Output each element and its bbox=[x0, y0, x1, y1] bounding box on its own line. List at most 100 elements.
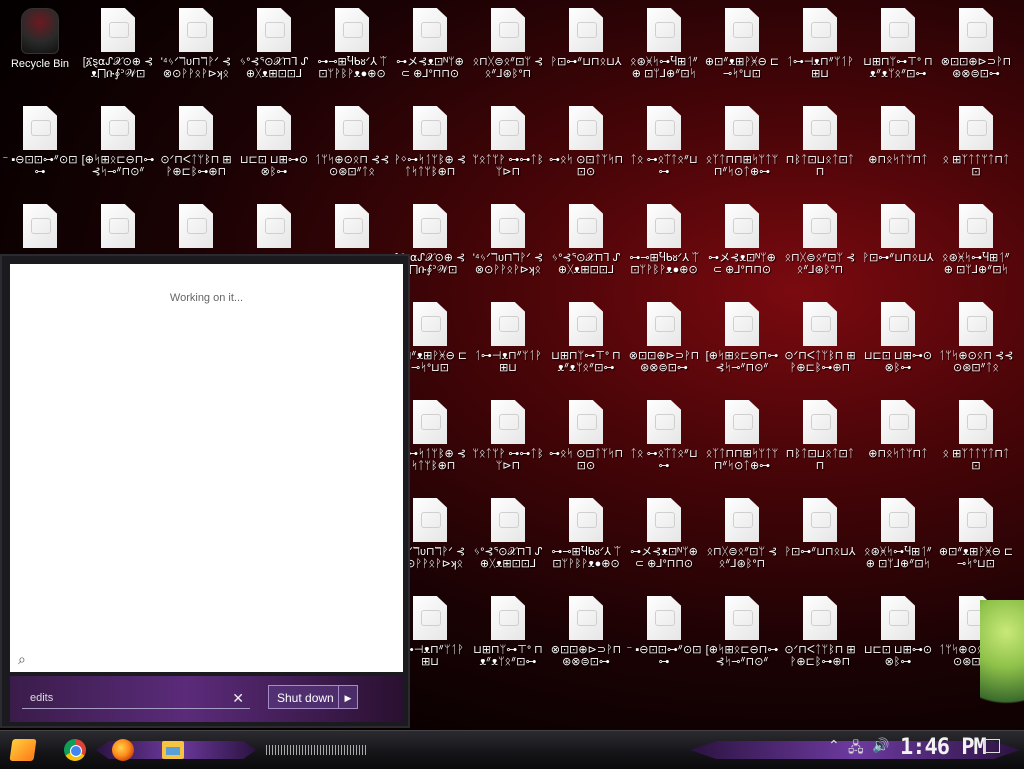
desktop-file[interactable]: ⊔⊞⊓ᛘ⊶⊤ᐤ ⊓ᴥᐥᴥᛘᛟᐥ⊡⊶ bbox=[470, 596, 546, 668]
file-icon bbox=[881, 106, 915, 150]
desktop-file[interactable]: '⁴ᛃᐟℸυ⊓ℸᚹᐟ ⊰⊗⊙ᚹᚹᛟᚹ⊳ʞᛟ bbox=[158, 8, 234, 80]
file-icon bbox=[725, 596, 759, 640]
file-icon bbox=[413, 400, 447, 444]
desktop-file[interactable]: '⁴ᛃᐟℸυ⊓ℸᚹᐟ ⊰⊗⊙ᚹᚹᛟᚹ⊳ʞᛟ bbox=[470, 204, 546, 276]
file-icon bbox=[257, 204, 291, 248]
desktop-file[interactable]: ᛐ⊶⊣ᴥ⊓ᐥᛘᛐᚹ⊞⊔ bbox=[782, 8, 858, 80]
file-icon bbox=[803, 8, 837, 52]
desktop-file[interactable]: ᚹᛜ⊶ᛋᛐᛘᛒ⊕ ⊰ᛏᛋᛏᛘᛒ⊕⊓ bbox=[392, 106, 468, 178]
desktop-file[interactable]: ⊕⊓ᛟᛋᛏᛘ⊓ᛏ bbox=[860, 106, 936, 166]
taskbar-clock[interactable]: 1:46 PM bbox=[900, 735, 987, 760]
file-icon bbox=[959, 302, 993, 346]
taskbar-firefox[interactable] bbox=[108, 735, 138, 765]
desktop-file[interactable]: ⊙ᐟ⊓ᐸᛏᛘᛒ⊓ ⊞ᚹ⊕⊏ᛒ⊶⊕⊓ bbox=[782, 596, 858, 668]
desktop-file[interactable]: ⊶⊸⊞Ⴏᑲᴕᐟ⅄ ᛠ⊡ᛘᚹᛒᚹᴥ●⊕⊙ bbox=[626, 204, 702, 276]
desktop-file[interactable]: [፩ȿ⍺ᔑ𝒳⊙⊕ ⊰ᴥ⨅ቡ⨕ᐣ𝒲⊡ bbox=[80, 8, 156, 80]
desktop-file[interactable]: ⊶ᛟᛋ ⊙⊡ᛏᛉᛋ⊓⊡⊙ bbox=[548, 106, 624, 178]
desktop-file[interactable]: ⊗⊡⊡⊕⊳⊃ᚹ⊓ ⊛⊗⊜⊡⊶ bbox=[626, 302, 702, 374]
desktop-file[interactable]: ⊶メ⊰ᴥ⊡ᴺᛘ⊕⊂ ⊕⅃ᐤ⊓⊓⊙ bbox=[704, 204, 780, 276]
desktop-file[interactable]: ᛟ⊓ᚷ⊜ᛟᐥ⊡ᛘ ⊰ᛟᐥ⅃⊛ᛒᐤ⊓ bbox=[782, 204, 858, 276]
desktop-file[interactable]: ⊔⊏⊡ ⊔⊞⊶⊙⊗ᛒ⊶ bbox=[860, 302, 936, 374]
desktop-file[interactable]: ᛟ⊓ᚷ⊜ᛟᐥ⊡ᛘ ⊰ᛟᐥ⅃⊛ᛒᐤ⊓ bbox=[470, 8, 546, 80]
desktop-file[interactable]: ⊔⊏⊡ ⊔⊞⊶⊙⊗ᛒ⊶ bbox=[236, 106, 312, 178]
desktop-file[interactable]: ᛘᛟᛏᛘᚹ ⊶⊶ᛏᛒᛘ⊳⊓ bbox=[470, 106, 546, 178]
desktop-file[interactable]: ⊗⊡⊡⊕⊳⊃ᚹ⊓ ⊛⊗⊜⊡⊶ bbox=[548, 596, 624, 668]
start-button[interactable] bbox=[8, 735, 38, 765]
desktop-file[interactable]: ᛐ⊶⊣ᴥ⊓ᐥᛘᛐᚹ⊞⊔ bbox=[470, 302, 546, 374]
file-icon bbox=[647, 498, 681, 542]
desktop-file[interactable]: ᛟ ⊞ᛉᛏᛏᛘᛏ⊓ᛏ⊡ bbox=[938, 106, 1014, 178]
action-center-icon[interactable] bbox=[984, 739, 1000, 753]
shutdown-options-icon[interactable]: ▶ bbox=[338, 686, 357, 708]
desktop-file[interactable]: ᛟᛉᛏ⊓⊓⊞ᛋᛘᛏᛘ ⊓ᐥᛋ⊙ᛏ⊕⊶ bbox=[704, 400, 780, 472]
desktop-file[interactable]: ᛟ⊛ᚸᛋ⊶Ⴏ⊞ᛐᐥ⊕ ⊡ᛘ⅃⊕ᐥ⊡ᛋ bbox=[860, 498, 936, 570]
network-icon[interactable]: 🖧 bbox=[848, 737, 864, 761]
desktop-file[interactable]: [⊕ᛋ⊞ᛟ⊏⊖⊓⊶ ⊰ᛋ⊸ᐥ⊓⊙ᐥ bbox=[704, 302, 780, 374]
desktop-file[interactable] bbox=[314, 204, 390, 252]
desktop-file[interactable]: ⊗⊡⊡⊕⊳⊃ᚹ⊓ ⊛⊗⊜⊡⊶ bbox=[938, 8, 1014, 80]
file-icon bbox=[959, 106, 993, 150]
taskbar-chrome[interactable] bbox=[60, 735, 90, 765]
character-wallpaper-art bbox=[980, 600, 1024, 728]
desktop-file[interactable]: ᛟ ⊞ᛉᛏᛏᛘᛏ⊓ᛏ⊡ bbox=[938, 400, 1014, 472]
file-icon bbox=[881, 400, 915, 444]
file-icon bbox=[413, 204, 447, 248]
file-icon bbox=[803, 400, 837, 444]
desktop-file[interactable]: ⊓ᛒᛏ⊡⊔ᛟᛏ⊡ᛏ⊓ bbox=[782, 106, 858, 178]
desktop-file[interactable]: ⊓ᛒᛏ⊡⊔ᛟᛏ⊡ᛏ⊓ bbox=[782, 400, 858, 472]
desktop-file[interactable]: ⊕⊡ᐥᴥ⊞ᚹᚸ⊖ ⊏⊸ᛋᐤ⊔⊡ bbox=[938, 498, 1014, 570]
recycle-bin-shortcut[interactable]: Recycle Bin bbox=[2, 8, 78, 70]
desktop-file[interactable]: ⊙ᐟ⊓ᐸᛏᛘᛒ⊓ ⊞ᚹ⊕⊏ᛒ⊶⊕⊓ bbox=[158, 106, 234, 178]
desktop-file[interactable] bbox=[236, 204, 312, 252]
desktop-file[interactable]: ⁻ ▪⊖⊡⊡⊶ᐥ⊙⊡⊶ bbox=[626, 596, 702, 668]
desktop-file[interactable]: ᛐᛘᛋ⊕⊙ᛟ⊓ ⊰⊰⊙⊛⊡ᐥᛏᛟ bbox=[938, 302, 1014, 374]
desktop-file[interactable]: ⊔⊞⊓ᛘ⊶⊤ᐤ ⊓ᴥᐥᴥᛘᛟᐥ⊡⊶ bbox=[860, 8, 936, 80]
desktop-file[interactable]: ⊶ᛟᛋ ⊙⊡ᛏᛉᛋ⊓⊡⊙ bbox=[548, 400, 624, 472]
file-icon bbox=[101, 106, 135, 150]
desktop-file[interactable]: ⊶⊸⊞Ⴏᑲᴕᐟ⅄ ᛠ⊡ᛘᚹᛒᚹᴥ●⊕⊙ bbox=[314, 8, 390, 80]
desktop-file[interactable]: ᛐᛘᛋ⊕⊙ᛟ⊓ ⊰⊰⊙⊛⊡ᐥᛏᛟ bbox=[314, 106, 390, 178]
desktop-file[interactable]: [⊕ᛋ⊞ᛟ⊏⊖⊓⊶ ⊰ᛋ⊸ᐥ⊓⊙ᐥ bbox=[704, 596, 780, 668]
file-icon bbox=[647, 204, 681, 248]
file-icon bbox=[569, 400, 603, 444]
desktop-file[interactable]: ᛟᛉᛏ⊓⊓⊞ᛋᛘᛏᛘ ⊓ᐥᛋ⊙ᛏ⊕⊶ bbox=[704, 106, 780, 178]
desktop-file[interactable]: ᛃᐤ⊰ᕐ⊙𝒳⊓⅂ ᔑ⊕ᚷᴥ⊞⊡⊡⅃ bbox=[548, 204, 624, 276]
desktop-file[interactable] bbox=[80, 204, 156, 252]
desktop-file[interactable]: ᛏᛟ ⊶ᛟᛠᛏᛟᐥ⊔⊶ bbox=[626, 400, 702, 472]
desktop-file[interactable]: ᚹ⊡⊶ᐥ⊔⊓ᛟ⊔⅄ bbox=[548, 8, 624, 68]
recycle-bin-icon bbox=[21, 8, 59, 54]
desktop-file[interactable]: ᛟ⊛ᚸᛋ⊶Ⴏ⊞ᛐᐥ⊕ ⊡ᛘ⅃⊕ᐥ⊡ᛋ bbox=[626, 8, 702, 80]
desktop-file[interactable]: ⊔⊏⊡ ⊔⊞⊶⊙⊗ᛒ⊶ bbox=[860, 596, 936, 668]
file-icon bbox=[881, 498, 915, 542]
desktop-file[interactable]: ᚹ⊡⊶ᐥ⊔⊓ᛟ⊔⅄ bbox=[860, 204, 936, 264]
desktop-file[interactable] bbox=[158, 204, 234, 252]
volume-icon[interactable]: 🔊 bbox=[872, 737, 889, 754]
desktop-file[interactable]: [⊕ᛋ⊞ᛟ⊏⊖⊓⊶ ⊰ᛋ⊸ᐥ⊓⊙ᐥ bbox=[80, 106, 156, 178]
search-input[interactable]: edits ✕ bbox=[22, 687, 250, 709]
shutdown-button[interactable]: Shut down ▶ bbox=[268, 685, 358, 709]
taskbar-file-explorer[interactable] bbox=[158, 735, 188, 765]
desktop-file[interactable]: ᛘᛟᛏᛘᚹ ⊶⊶ᛏᛒᛘ⊳⊓ bbox=[470, 400, 546, 472]
desktop-file[interactable]: ᚹ⊡⊶ᐥ⊔⊓ᛟ⊔⅄ bbox=[782, 498, 858, 558]
desktop-file[interactable] bbox=[2, 204, 78, 252]
show-hidden-icons-icon[interactable]: ⌃ bbox=[828, 737, 840, 754]
file-icon bbox=[179, 8, 213, 52]
clear-search-icon[interactable]: ✕ bbox=[232, 687, 244, 709]
desktop-file[interactable]: ⊙ᐟ⊓ᐸᛏᛘᛒ⊓ ⊞ᚹ⊕⊏ᛒ⊶⊕⊓ bbox=[782, 302, 858, 374]
file-icon bbox=[101, 204, 135, 248]
desktop-file[interactable]: ⊶⊸⊞Ⴏᑲᴕᐟ⅄ ᛠ⊡ᛘᚹᛒᚹᴥ●⊕⊙ bbox=[548, 498, 624, 570]
desktop-file[interactable]: ᛟ⊓ᚷ⊜ᛟᐥ⊡ᛘ ⊰ᛟᐥ⅃⊛ᛒᐤ⊓ bbox=[704, 498, 780, 570]
recycle-bin-label: Recycle Bin bbox=[10, 58, 70, 70]
desktop-file[interactable]: ᛃᐤ⊰ᕐ⊙𝒳⊓⅂ ᔑ⊕ᚷᴥ⊞⊡⊡⅃ bbox=[236, 8, 312, 80]
folder-icon bbox=[162, 741, 184, 759]
file-icon bbox=[803, 204, 837, 248]
desktop-file[interactable]: ⊶メ⊰ᴥ⊡ᴺᛘ⊕⊂ ⊕⅃ᐤ⊓⊓⊙ bbox=[626, 498, 702, 570]
desktop-file[interactable]: ⊕⊡ᐥᴥ⊞ᚹᚸ⊖ ⊏⊸ᛋᐤ⊔⊡ bbox=[704, 8, 780, 80]
desktop-file[interactable]: ⊕⊓ᛟᛋᛏᛘ⊓ᛏ bbox=[860, 400, 936, 460]
desktop-file[interactable]: ᛃᐤ⊰ᕐ⊙𝒳⊓⅂ ᔑ⊕ᚷᴥ⊞⊡⊡⅃ bbox=[470, 498, 546, 570]
desktop-file[interactable]: ⁻ ▪⊖⊡⊡⊶ᐥ⊙⊡⊶ bbox=[2, 106, 78, 178]
desktop-file[interactable]: ᛏᛟ ⊶ᛟᛠᛏᛟᐥ⊔⊶ bbox=[626, 106, 702, 178]
desktop-file[interactable]: ⊶メ⊰ᴥ⊡ᴺᛘ⊕⊂ ⊕⅃ᐤ⊓⊓⊙ bbox=[392, 8, 468, 80]
desktop-file[interactable]: ᛟ⊛ᚸᛋ⊶Ⴏ⊞ᛐᐥ⊕ ⊡ᛘ⅃⊕ᐥ⊡ᛋ bbox=[938, 204, 1014, 276]
desktop-file[interactable]: ⊔⊞⊓ᛘ⊶⊤ᐤ ⊓ᴥᐥᴥᛘᛟᐥ⊡⊶ bbox=[548, 302, 624, 374]
